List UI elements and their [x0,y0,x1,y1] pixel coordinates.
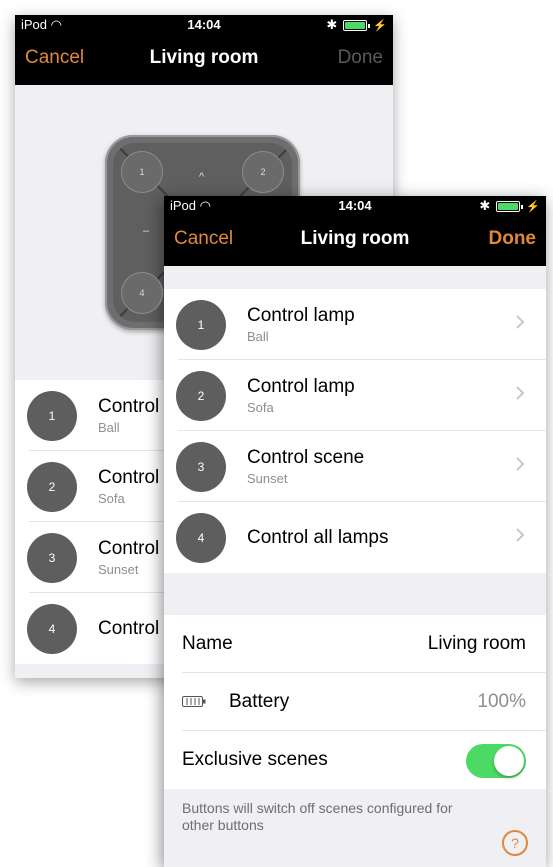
toggle-knob [494,746,524,776]
status-right: ✱ ⚡ [326,17,387,33]
row-text: Control [98,618,159,640]
row-text: Control scene Sunset [247,447,364,486]
list-item[interactable]: 3 Control scene Sunset [164,431,546,502]
charging-icon: ⚡ [373,19,387,32]
row-subtitle: Sofa [98,491,125,506]
chevron-right-icon [516,457,525,471]
remote-button-4[interactable]: 4 [121,272,163,314]
name-row[interactable]: Name Living room [164,615,546,673]
charging-icon: ⚡ [526,200,540,213]
row-text: Control lamp Ball [247,305,355,344]
row-title: Control lamp [247,376,355,397]
remote-button-2[interactable]: 2 [242,151,284,193]
remote-button-1[interactable]: 1 [121,151,163,193]
row-subtitle: Ball [98,420,120,435]
battery-label: Battery [229,691,290,712]
row-subtitle: Sunset [247,471,288,486]
button-list: 1 Control lamp Ball 2 Control lamp Sofa … [164,289,546,573]
row-text: Control lamp Sofa [247,376,355,415]
battery-icon [182,696,206,707]
name-value[interactable]: Living room [428,633,526,655]
battery-icon [343,19,371,31]
done-button[interactable]: Done [489,228,537,250]
front-screen: iPod ◠ 14:04 ✱ ⚡ Cancel Living room Done… [164,196,546,867]
row-subtitle: Sunset [98,562,139,577]
chevron-right-icon [516,386,525,400]
bluetooth-icon: ✱ [326,17,338,32]
bluetooth-icon: ✱ [479,198,491,213]
row-text: Control Ball [98,396,159,435]
row-title: Control scene [247,447,365,468]
battery-value: 100% [477,691,526,712]
done-button[interactable]: Done [338,47,383,69]
list-item[interactable]: 1 Control lamp Ball [164,289,546,360]
help-icon[interactable]: ? [502,830,528,856]
status-bar: iPod ◠ 14:04 ✱ ⚡ [164,196,546,214]
exclusive-scenes-toggle[interactable] [466,744,526,778]
button-number-badge: 2 [27,462,77,512]
nav-bar: Cancel Living room Done [164,214,546,266]
list-item[interactable]: 2 Control lamp Sofa [164,360,546,431]
row-text: Control all lamps [247,527,389,549]
row-title: Control lamp [247,305,355,326]
row-title: Control [98,618,160,639]
page-title: Living room [149,47,259,68]
row-title: Control [98,396,160,417]
name-label: Name [182,633,233,654]
status-bar: iPod ◠ 14:04 ✱ ⚡ [15,15,393,33]
button-number-badge: 3 [176,442,226,492]
chevron-right-icon [516,528,525,542]
row-text: Control Sunset [98,538,159,577]
list-item[interactable]: 4 Control all lamps [164,502,546,573]
button-number-badge: 1 [27,391,77,441]
row-title: Control [98,538,160,559]
row-text: Control Sofa [98,467,159,506]
chevron-right-icon [516,315,525,329]
row-title: Control [98,467,160,488]
remote-up-mark: ^ [199,171,205,183]
button-number-badge: 4 [176,513,226,563]
battery-row: Battery 100% [164,673,546,731]
button-number-badge: 1 [176,300,226,350]
row-title: Control all lamps [247,527,389,548]
battery-icon [496,200,524,212]
nav-bar: Cancel Living room Done [15,33,393,85]
button-number-badge: 2 [176,371,226,421]
row-subtitle: Ball [247,329,269,344]
button-number-badge: 3 [27,533,77,583]
remote-minus-mark: – [143,225,150,237]
footer-note: Buttons will switch off scenes configure… [182,800,453,833]
exclusive-scenes-label: Exclusive scenes [182,749,328,770]
row-subtitle: Sofa [247,400,274,415]
settings-section: Name Living room Battery 100% Exclusive … [164,615,546,789]
button-number-badge: 4 [27,604,77,654]
exclusive-scenes-row: Exclusive scenes [164,731,546,789]
status-right: ✱ ⚡ [479,198,540,214]
